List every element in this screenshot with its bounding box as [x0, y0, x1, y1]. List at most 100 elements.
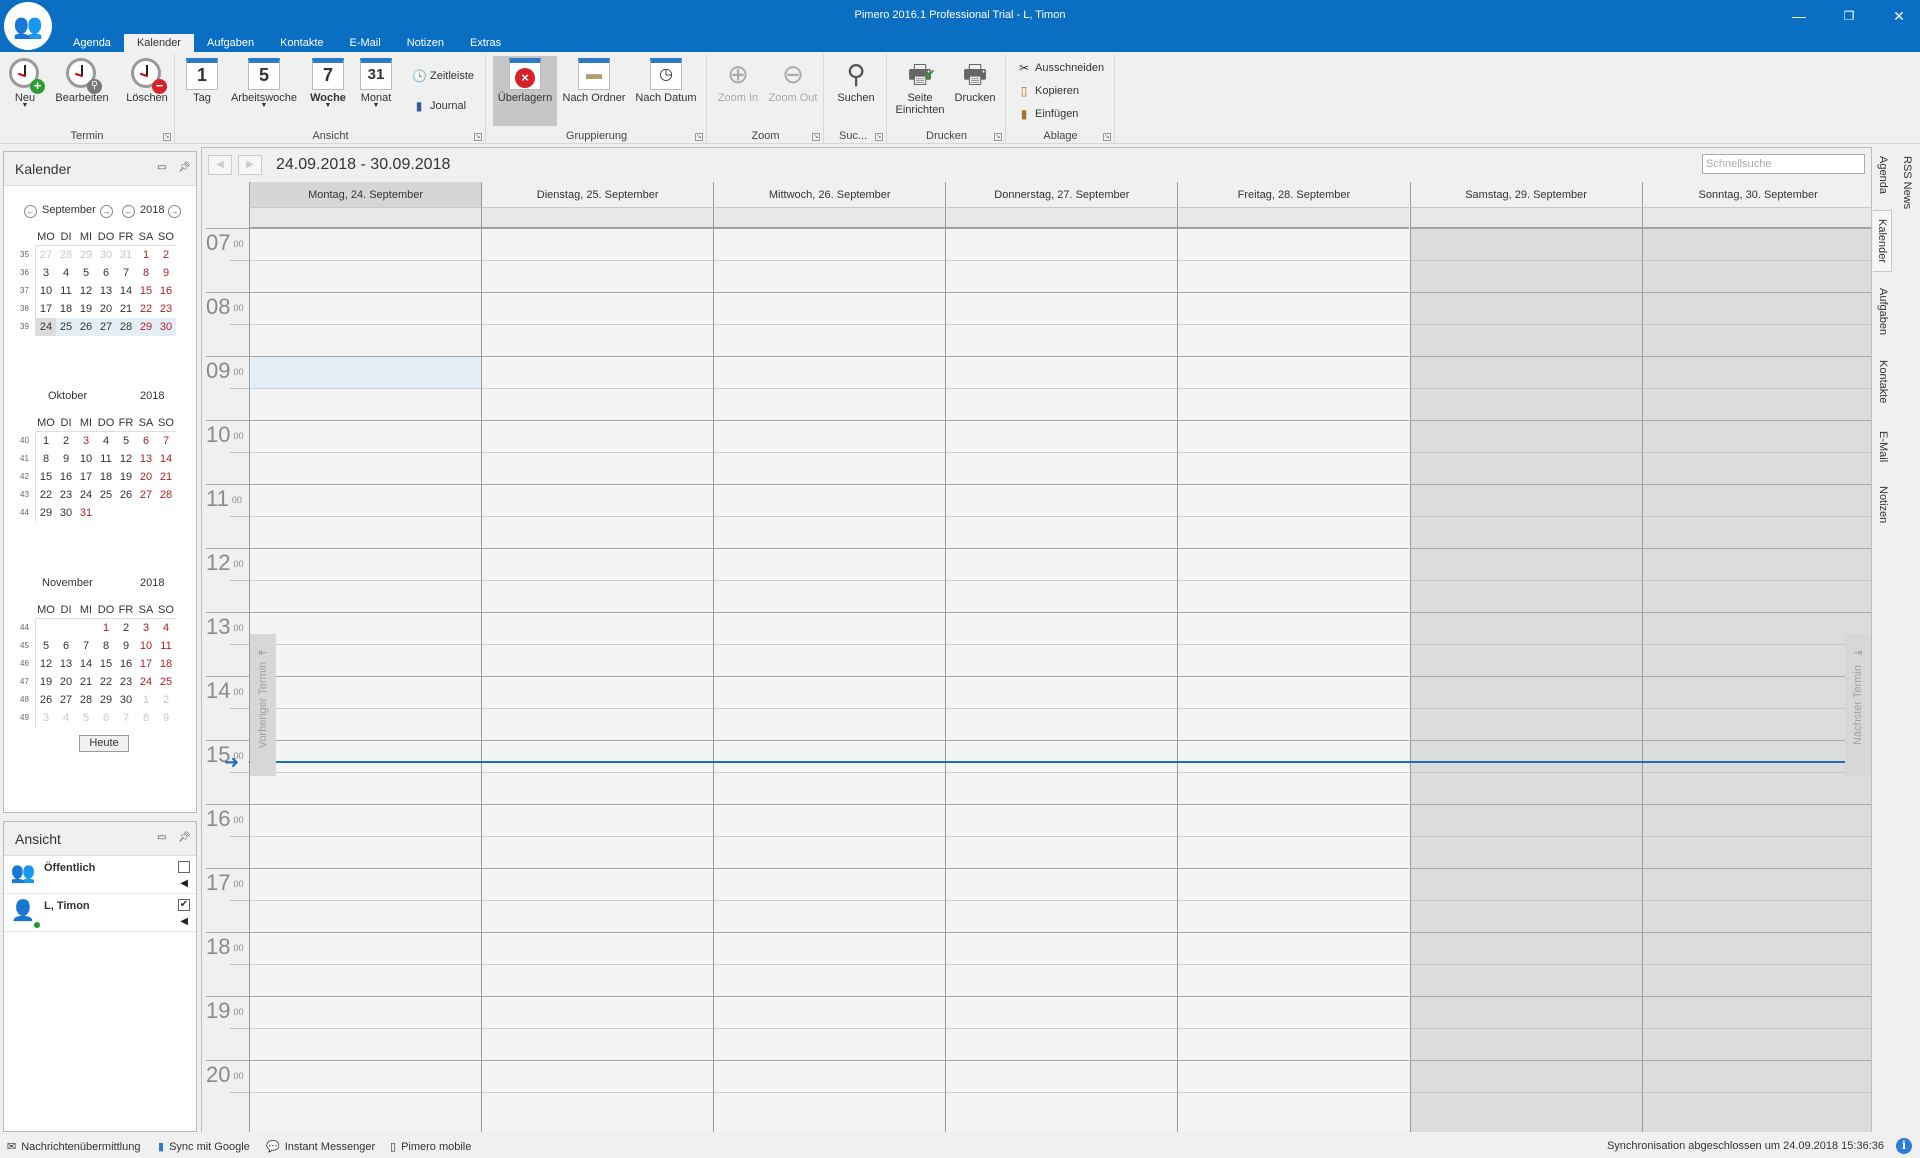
- dialog-launcher-icon[interactable]: ↘: [812, 133, 820, 141]
- dialog-launcher-icon[interactable]: ↘: [474, 133, 482, 141]
- week-number[interactable]: 36: [14, 264, 36, 282]
- mini-calendar-day[interactable]: 4: [56, 709, 76, 727]
- mini-calendar-day[interactable]: 4: [156, 619, 176, 637]
- mini-calendar-day[interactable]: 27: [136, 486, 156, 504]
- mini-calendar-day[interactable]: 13: [96, 282, 116, 300]
- view-checkbox[interactable]: [178, 861, 190, 873]
- mini-calendar-day[interactable]: 20: [136, 468, 156, 486]
- day-column[interactable]: [945, 228, 1178, 1132]
- mini-calendar-day[interactable]: 1: [136, 691, 156, 709]
- mini-calendar-day[interactable]: 19: [36, 673, 56, 691]
- journal-button[interactable]: ▮ Journal: [412, 96, 466, 116]
- mini-calendar-day[interactable]: 23: [56, 486, 76, 504]
- day-column[interactable]: [1177, 228, 1410, 1132]
- day-column[interactable]: [249, 228, 482, 1132]
- day-column[interactable]: [1409, 228, 1642, 1132]
- messenger-status[interactable]: 💬 Instant Messenger: [266, 1140, 375, 1154]
- mini-calendar-day[interactable]: 12: [116, 450, 136, 468]
- mini-calendar-day[interactable]: 8: [136, 264, 156, 282]
- mini-calendar-day[interactable]: 22: [96, 673, 116, 691]
- mini-calendar-day[interactable]: 3: [76, 432, 96, 450]
- prev-month-button[interactable]: ←: [24, 205, 37, 218]
- day-header[interactable]: Samstag, 29. September: [1409, 182, 1642, 208]
- mini-calendar-day[interactable]: 17: [136, 655, 156, 673]
- dialog-launcher-icon[interactable]: ↘: [994, 133, 1002, 141]
- mini-calendar-day[interactable]: 30: [56, 504, 76, 522]
- week-number[interactable]: 40: [14, 432, 36, 450]
- day-header[interactable]: Dienstag, 25. September: [481, 182, 714, 208]
- week-number[interactable]: 42: [14, 468, 36, 486]
- mini-calendar-day[interactable]: 22: [36, 486, 56, 504]
- side-tab-aufgaben[interactable]: Aufgaben: [1877, 288, 1889, 335]
- maximize-panel-icon[interactable]: ▭: [157, 832, 166, 843]
- mini-calendar-day[interactable]: 18: [56, 300, 76, 318]
- mini-calendar-day[interactable]: 21: [156, 468, 176, 486]
- all-day-slot[interactable]: [481, 208, 714, 228]
- mini-calendar-day[interactable]: 30: [96, 246, 116, 264]
- close-button[interactable]: ✕: [1884, 6, 1914, 26]
- mini-calendar-day[interactable]: 2: [156, 691, 176, 709]
- mini-calendar-day[interactable]: 25: [56, 318, 76, 336]
- mini-calendar-day[interactable]: 30: [116, 691, 136, 709]
- mobile-status[interactable]: ▯ Pimero mobile: [390, 1140, 471, 1154]
- mini-calendar-day[interactable]: 7: [156, 432, 176, 450]
- mini-calendar-day[interactable]: 24: [136, 673, 156, 691]
- mini-calendar-day[interactable]: 28: [76, 691, 96, 709]
- mini-calendar-day[interactable]: 5: [76, 264, 96, 282]
- next-year-button[interactable]: →: [168, 205, 181, 218]
- mini-calendar-day[interactable]: 27: [36, 246, 56, 264]
- mini-calendar-day[interactable]: 2: [116, 619, 136, 637]
- side-tab-agenda[interactable]: Agenda: [1877, 156, 1889, 194]
- mini-calendar-day[interactable]: 24: [36, 318, 56, 336]
- new-button[interactable]: + Neu ▼: [6, 56, 45, 126]
- all-day-slot[interactable]: [1641, 208, 1871, 228]
- paste-button[interactable]: ▮ Einfügen: [1017, 104, 1079, 124]
- week-number[interactable]: 38: [14, 300, 36, 318]
- mini-calendar-day[interactable]: 14: [76, 655, 96, 673]
- week-number[interactable]: 46: [14, 655, 36, 673]
- mini-calendar-day[interactable]: 22: [136, 300, 156, 318]
- day-header[interactable]: Freitag, 28. September: [1177, 182, 1410, 208]
- mini-calendar-day[interactable]: 21: [116, 300, 136, 318]
- view-item-timon[interactable]: 👤 L, Timon ✔ ◀: [4, 894, 196, 932]
- mini-calendar-day[interactable]: 27: [56, 691, 76, 709]
- side-tab-rss-news[interactable]: RSS News: [1901, 156, 1913, 209]
- mini-calendar-day[interactable]: 13: [136, 450, 156, 468]
- next-appointment-button[interactable]: ⇥ Nächster Termin: [1845, 634, 1871, 776]
- mini-calendar-day[interactable]: 26: [36, 691, 56, 709]
- quick-search-input[interactable]: [1702, 154, 1865, 174]
- week-view-button[interactable]: 7 Woche ▼: [306, 56, 350, 126]
- mini-calendar-day[interactable]: 9: [116, 637, 136, 655]
- tab-aufgaben[interactable]: Aufgaben: [194, 34, 267, 52]
- tab-kontakte[interactable]: Kontakte: [267, 34, 336, 52]
- mini-calendar-day[interactable]: 17: [76, 468, 96, 486]
- mini-calendar-day[interactable]: 6: [136, 432, 156, 450]
- mini-calendar-day[interactable]: 11: [156, 637, 176, 655]
- mini-calendar-day[interactable]: 19: [116, 468, 136, 486]
- mini-calendar-day[interactable]: 3: [136, 619, 156, 637]
- mini-calendar-day[interactable]: 6: [56, 637, 76, 655]
- mini-calendar-day[interactable]: 4: [56, 264, 76, 282]
- day-column[interactable]: [713, 228, 946, 1132]
- tab-notizen[interactable]: Notizen: [394, 34, 457, 52]
- mini-calendar-day[interactable]: 15: [136, 282, 156, 300]
- mini-calendar-day[interactable]: 7: [116, 264, 136, 282]
- tab-agenda[interactable]: Agenda: [60, 34, 124, 52]
- all-day-slot[interactable]: [1177, 208, 1410, 228]
- mini-calendar-day[interactable]: 3: [36, 264, 56, 282]
- mini-calendar-day[interactable]: 13: [56, 655, 76, 673]
- mini-calendar-day[interactable]: 16: [56, 468, 76, 486]
- side-tab-email[interactable]: E-Mail: [1877, 431, 1889, 462]
- day-header[interactable]: Montag, 24. September: [249, 182, 482, 208]
- mini-calendar-day[interactable]: 11: [56, 282, 76, 300]
- page-setup-button[interactable]: 🖶 ✔ Seite Einrichten: [894, 56, 946, 126]
- mini-calendar-day[interactable]: 12: [76, 282, 96, 300]
- mini-calendar-day[interactable]: 25: [96, 486, 116, 504]
- week-number[interactable]: 37: [14, 282, 36, 300]
- dialog-launcher-icon[interactable]: ↘: [695, 133, 703, 141]
- day-column[interactable]: [481, 228, 714, 1132]
- week-number[interactable]: 47: [14, 673, 36, 691]
- mini-calendar-day[interactable]: 6: [96, 709, 116, 727]
- dialog-launcher-icon[interactable]: ↘: [1103, 133, 1111, 141]
- messaging-status[interactable]: ✉ Nachrichtenübermittlung: [7, 1140, 140, 1154]
